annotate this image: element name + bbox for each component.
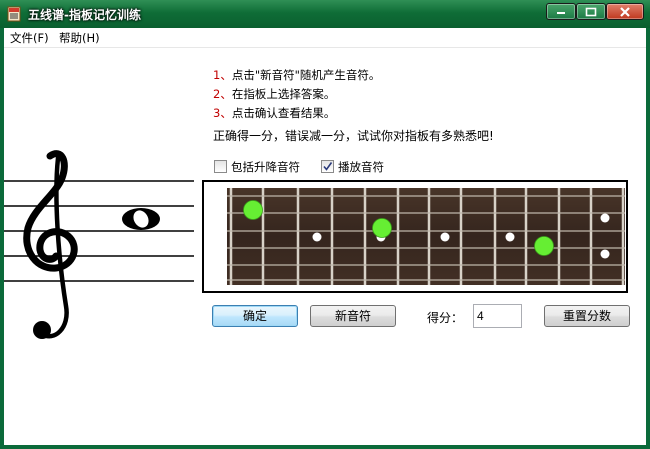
instruction-2: 2、在指板上选择答案。 <box>213 86 335 102</box>
fret-marker[interactable] <box>372 218 392 238</box>
minimize-icon <box>557 11 565 14</box>
menu-file[interactable]: 文件(F) <box>10 30 49 46</box>
checkbox-box[interactable] <box>321 160 334 173</box>
instruction-2-number: 2、 <box>213 87 232 101</box>
close-icon <box>620 6 630 17</box>
instruction-1: 1、点击"新音符"随机产生音符。 <box>213 67 380 83</box>
fretboard[interactable] <box>202 180 628 293</box>
checkmark-icon <box>323 162 333 171</box>
app-icon <box>6 6 22 22</box>
music-staff <box>4 150 194 339</box>
play-sound-label: 播放音符 <box>338 160 384 174</box>
menu-help[interactable]: 帮助(H) <box>59 30 100 46</box>
maximize-button[interactable] <box>576 3 606 20</box>
window-title: 五线谱-指板记忆训练 <box>28 8 141 22</box>
score-label: 得分： <box>427 311 464 325</box>
instruction-2-text: 在指板上选择答案。 <box>231 87 336 101</box>
confirm-button[interactable]: 确定 <box>212 305 298 327</box>
instruction-3: 3、点击确认查看结果。 <box>213 105 335 121</box>
close-button[interactable] <box>606 3 644 20</box>
title-bar[interactable]: 五线谱-指板记忆训练 <box>0 0 650 28</box>
menu-bar: 文件(F) 帮助(H) <box>4 28 646 46</box>
fret-marker[interactable] <box>534 236 554 256</box>
maximize-icon <box>585 7 597 16</box>
include-accidentals-label: 包括升降音符 <box>231 160 300 174</box>
minimize-button[interactable] <box>546 3 576 20</box>
instruction-3-text: 点击确认查看结果。 <box>231 106 336 120</box>
checkbox-box[interactable] <box>214 160 227 173</box>
instruction-1-text: 点击"新音符"随机产生音符。 <box>231 68 381 82</box>
client-area: 文件(F) 帮助(H) 1、点击"新音符"随机产生音符。 2、在指板上选择答案。… <box>4 28 646 445</box>
scoring-note: 正确得一分，错误减一分，试试你对指板有多熟悉吧! <box>213 129 494 143</box>
fret-marker[interactable] <box>243 200 263 220</box>
menu-separator <box>4 47 646 48</box>
new-note-button[interactable]: 新音符 <box>310 305 396 327</box>
instruction-3-number: 3、 <box>213 106 232 120</box>
instruction-1-number: 1、 <box>213 68 232 82</box>
note-head-icon <box>122 208 160 230</box>
reset-score-button[interactable]: 重置分数 <box>544 305 630 327</box>
app-window: 五线谱-指板记忆训练 文件(F) 帮助(H) 1、点击"新音符"随机产生音符。 … <box>0 0 650 449</box>
score-field[interactable] <box>473 304 522 328</box>
